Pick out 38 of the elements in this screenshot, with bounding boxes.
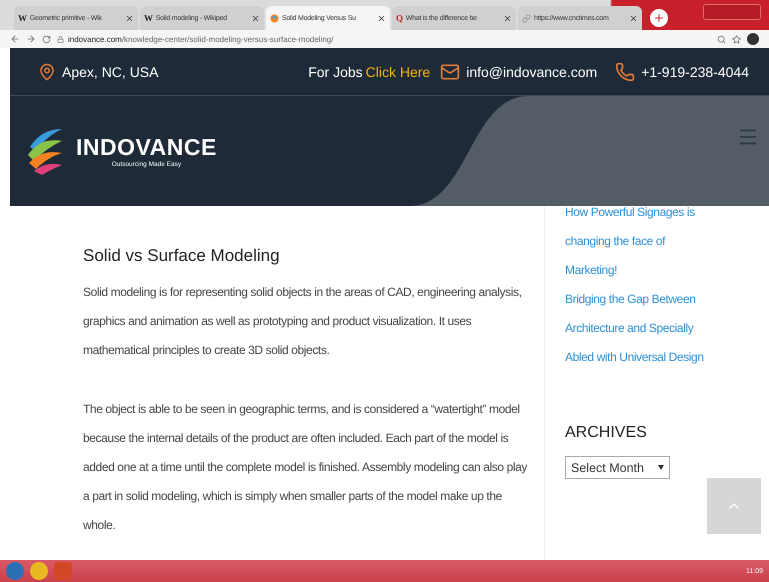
mail-icon [440,62,460,82]
archives-heading: ARCHIVES [565,424,648,442]
jobs-label: For Jobs [308,64,363,80]
start-icon[interactable] [6,562,24,580]
phone-icon [615,62,636,82]
email-link[interactable]: info@indovance.com [466,64,598,80]
phone-link[interactable]: +1-919-238-4044 [641,64,749,80]
close-icon[interactable] [503,14,512,22]
profile-icon[interactable] [747,33,759,45]
favicon: W [18,13,27,23]
back-icon[interactable] [10,34,20,44]
sidebar-link[interactable]: Bridging the Gap Between Architecture and Specially Abled with Universal Design [565,285,715,372]
new-tab-button[interactable] [650,9,668,27]
search-icon[interactable] [717,34,726,44]
close-icon[interactable] [377,14,386,22]
sidebar-link[interactable]: How Powerful Signages is changing the face of Marketing! [565,206,715,285]
article-paragraph: Solid modeling is for representing solid objects in the areas of CAD, engineering analysis, graphics and animation as well as prototyping and product visualization. It uses mathematical principles to create 3D solid objects. [83,284,523,359]
plus-icon [653,12,665,24]
archives-select[interactable]: Select Month [565,456,670,479]
article-paragraph: The object is able to be seen in geographic terms, and is considered a “watertight” model because the internal details of the product are often included. Each part of the model is added one at a time until the complete model is finished. Assembly modeling can also play a part in solid modeling, which is simply when smaller parts of the model make up the whole. [83,401,528,534]
favicon: W [144,13,153,23]
forward-icon[interactable] [26,34,36,44]
jobs-link[interactable]: Click Here [366,64,430,80]
caret-icon [658,465,664,470]
logo-icon [270,14,279,22]
link-icon [522,14,531,22]
article-heading: Solid vs Surface Modeling [83,246,281,266]
favicon: Q [396,13,403,23]
lock-icon [57,36,64,42]
star-icon[interactable] [732,34,741,44]
map-pin-icon [38,62,56,80]
reload-icon[interactable] [42,34,51,44]
brand-name: INDOVANCE [76,134,217,161]
location-text: Apex, NC, USA [62,64,158,80]
browser-icon[interactable] [30,562,48,580]
close-icon[interactable] [251,14,260,22]
close-icon[interactable] [125,14,134,22]
close-icon[interactable] [629,14,638,22]
